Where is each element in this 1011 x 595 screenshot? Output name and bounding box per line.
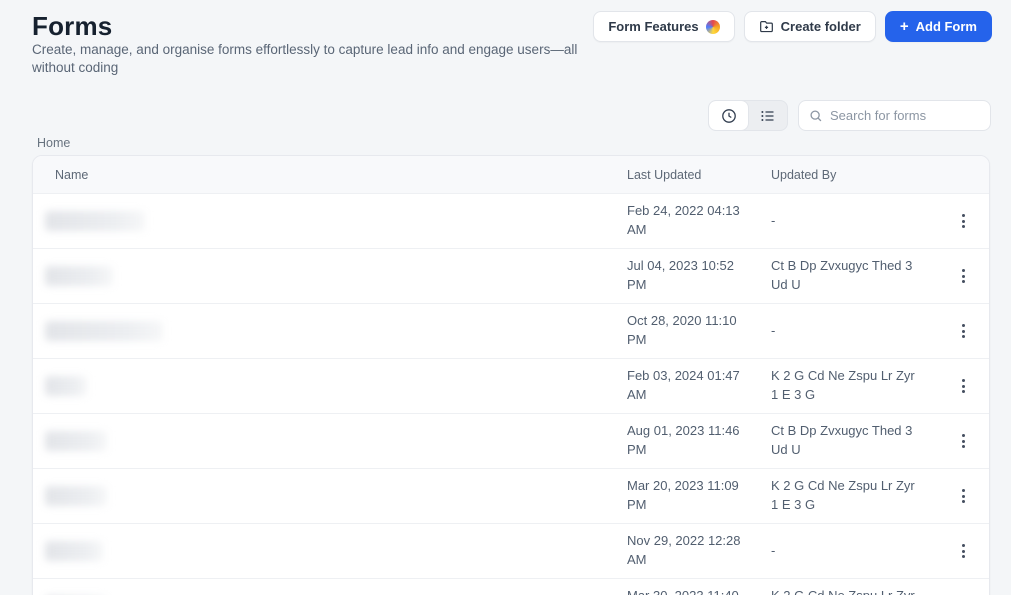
table-row[interactable]: Jul 04, 2023 10:52 PM Ct B Dp Zvxugyc Th… <box>33 249 989 304</box>
row-updated-by: K 2 G Cd Ne Zspu Lr Zyr 1 E 3 G <box>771 478 915 512</box>
page-subtitle: Create, manage, and organise forms effor… <box>32 42 578 76</box>
form-name-cell <box>33 486 627 506</box>
row-updated-by: K 2 G Cd Ne Zspu Lr Zyr 1 E 3 G <box>771 368 915 402</box>
table-row[interactable]: Feb 24, 2022 04:13 AM - <box>33 194 989 249</box>
form-name-cell <box>33 376 627 396</box>
form-name-cell <box>33 211 627 231</box>
form-name-redacted <box>45 486 107 506</box>
list-controls <box>708 100 1006 131</box>
create-folder-label: Create folder <box>780 19 861 34</box>
search-icon <box>809 109 823 123</box>
page-title: Forms <box>32 11 113 41</box>
create-folder-button[interactable]: Create folder <box>743 11 876 42</box>
table-row[interactable]: Nov 29, 2022 12:28 AM - <box>33 524 989 579</box>
clock-icon <box>721 108 737 124</box>
form-features-button[interactable]: Form Features <box>593 11 735 42</box>
form-name-cell <box>33 541 627 561</box>
form-name-redacted <box>45 266 113 286</box>
row-updated-by: - <box>771 542 776 558</box>
row-last-updated: Feb 03, 2024 01:47 AM <box>627 368 740 402</box>
form-name-redacted <box>45 376 87 396</box>
table-body: Feb 24, 2022 04:13 AM - Jul 04, 2023 10:… <box>33 194 989 595</box>
row-last-updated: Mar 20, 2023 11:09 PM <box>627 478 739 512</box>
row-last-updated: Jul 04, 2023 10:52 PM <box>627 258 734 292</box>
column-header-updated-by: Updated By <box>771 167 837 182</box>
row-updated-by: - <box>771 322 776 338</box>
row-updated-by: Ct B Dp Zvxugyc Thed 3 Ud U <box>771 423 913 457</box>
table-row[interactable]: Mar 30, 2023 11:40 PM K 2 G Cd Ne Zspu L… <box>33 579 989 595</box>
folder-plus-icon <box>759 19 774 34</box>
row-menu-kebab-icon[interactable] <box>954 318 973 344</box>
row-menu-kebab-icon[interactable] <box>954 538 973 564</box>
row-menu-kebab-icon[interactable] <box>954 208 973 234</box>
row-menu-kebab-icon[interactable] <box>954 373 973 399</box>
recent-view-toggle[interactable] <box>709 101 748 130</box>
search-box <box>798 100 1006 131</box>
view-toggle <box>708 100 788 131</box>
form-features-label: Form Features <box>608 19 699 34</box>
row-last-updated: Mar 30, 2023 11:40 PM <box>627 587 771 595</box>
table-header-row: Name Last Updated Updated By <box>33 156 989 194</box>
row-menu-kebab-icon[interactable] <box>954 263 973 289</box>
table-row[interactable]: Feb 03, 2024 01:47 AM K 2 G Cd Ne Zspu L… <box>33 359 989 414</box>
column-header-last-updated: Last Updated <box>627 167 702 182</box>
row-menu-kebab-icon[interactable] <box>954 483 973 509</box>
column-header-name: Name <box>55 167 89 182</box>
add-form-button[interactable]: + Add Form <box>884 11 992 42</box>
party-emoji-icon <box>705 19 720 34</box>
form-name-cell <box>33 266 627 286</box>
form-name-redacted <box>45 321 163 341</box>
table-row[interactable]: Aug 01, 2023 11:46 PM Ct B Dp Zvxugyc Th… <box>33 414 989 469</box>
list-icon <box>760 108 776 124</box>
row-updated-by: - <box>771 212 776 228</box>
form-name-cell <box>33 431 627 451</box>
row-last-updated: Oct 28, 2020 11:10 PM <box>627 313 737 347</box>
plus-icon: + <box>899 18 909 35</box>
toolbar: Form Features Create folder + Add Form <box>593 11 992 42</box>
form-name-redacted <box>45 211 145 231</box>
table-row[interactable]: Mar 20, 2023 11:09 PM K 2 G Cd Ne Zspu L… <box>33 469 989 524</box>
row-last-updated: Nov 29, 2022 12:28 AM <box>627 533 741 567</box>
form-name-redacted <box>45 541 103 561</box>
table-row[interactable]: Oct 28, 2020 11:10 PM - <box>33 304 989 359</box>
row-menu-kebab-icon[interactable] <box>954 428 973 454</box>
row-updated-by: Ct B Dp Zvxugyc Thed 3 Ud U <box>771 258 913 292</box>
list-view-toggle[interactable] <box>748 101 787 130</box>
add-form-label: Add Form <box>915 19 977 34</box>
form-name-cell <box>33 321 627 341</box>
breadcrumb-home[interactable]: Home <box>37 136 70 150</box>
row-last-updated: Feb 24, 2022 04:13 AM <box>627 203 740 237</box>
search-input[interactable] <box>830 108 1006 123</box>
row-last-updated: Aug 01, 2023 11:46 PM <box>627 423 740 457</box>
row-updated-by: K 2 G Cd Ne Zspu Lr Zyr 1 E 3 G <box>771 587 938 595</box>
form-name-redacted <box>45 431 107 451</box>
forms-table-card: Name Last Updated Updated By Feb 24, 202… <box>32 155 990 595</box>
